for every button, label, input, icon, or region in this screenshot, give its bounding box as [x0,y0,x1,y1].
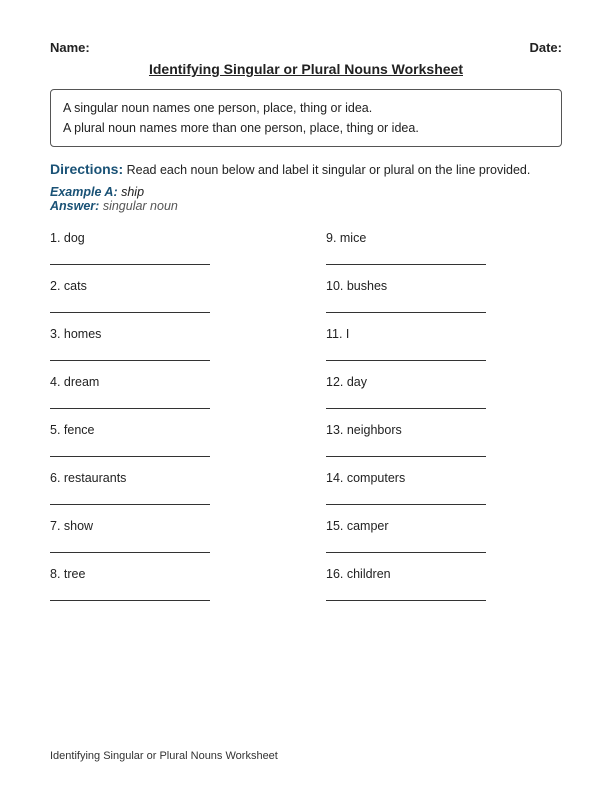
answer-line [326,491,486,505]
list-item: 13. neighbors [326,419,562,467]
answer-line [326,347,486,361]
list-item: 6. restaurants [50,467,306,515]
answer-line [50,395,210,409]
answer-line [50,539,210,553]
list-item: 15. camper [326,515,562,563]
noun-label: 8. tree [50,567,306,581]
noun-label: 9. mice [326,231,562,245]
answer-line [326,251,486,265]
example-word-text: ship [121,185,144,199]
example-block: Example A: ship Answer: singular noun [50,185,562,213]
answer-line [326,299,486,313]
list-item: 11. I [326,323,562,371]
name-label: Name: [50,40,90,55]
list-item: 8. tree [50,563,306,611]
list-item: 10. bushes [326,275,562,323]
noun-label: 5. fence [50,423,306,437]
noun-label: 7. show [50,519,306,533]
noun-label: 10. bushes [326,279,562,293]
list-item: 16. children [326,563,562,611]
answer-line [50,347,210,361]
right-column: 9. mice 10. bushes 11. I 12. day 13. neighbo… [306,227,562,611]
answer-label: Answer: [50,199,99,213]
answer-line [326,539,486,553]
noun-label: 15. camper [326,519,562,533]
answer-line [50,443,210,457]
noun-label: 14. computers [326,471,562,485]
directions-label: Directions: [50,161,123,177]
info-box: A singular noun names one person, place,… [50,89,562,147]
noun-label: 6. restaurants [50,471,306,485]
noun-label: 16. children [326,567,562,581]
list-item: 12. day [326,371,562,419]
directions-row: Directions: Read each noun below and lab… [50,161,562,177]
answer-line [326,443,486,457]
answer-value: singular noun [103,199,178,213]
noun-label: 4. dream [50,375,306,389]
list-item: 9. mice [326,227,562,275]
list-item: 1. dog [50,227,306,275]
answer-line [50,587,210,601]
list-item: 5. fence [50,419,306,467]
info-line-2: A plural noun names more than one person… [63,118,549,138]
nouns-grid: 1. dog 2. cats 3. homes 4. dream 5. fence 6. … [50,227,562,611]
noun-label: 13. neighbors [326,423,562,437]
noun-label: 12. day [326,375,562,389]
list-item: 14. computers [326,467,562,515]
noun-label: 1. dog [50,231,306,245]
list-item: 4. dream [50,371,306,419]
answer-line [50,251,210,265]
answer-line [326,587,486,601]
noun-label: 11. I [326,327,562,341]
date-label: Date: [529,40,562,55]
example-label: Example A: [50,185,118,199]
footer: Identifying Singular or Plural Nouns Wor… [50,750,278,762]
page-title: Identifying Singular or Plural Nouns Wor… [50,61,562,77]
answer-line [50,491,210,505]
list-item: 2. cats [50,275,306,323]
noun-label: 2. cats [50,279,306,293]
list-item: 3. homes [50,323,306,371]
answer-line [326,395,486,409]
list-item: 7. show [50,515,306,563]
answer-line [50,299,210,313]
info-line-1: A singular noun names one person, place,… [63,98,549,118]
noun-label: 3. homes [50,327,306,341]
directions-text: Read each noun below and label it singul… [127,163,531,177]
left-column: 1. dog 2. cats 3. homes 4. dream 5. fence 6. … [50,227,306,611]
